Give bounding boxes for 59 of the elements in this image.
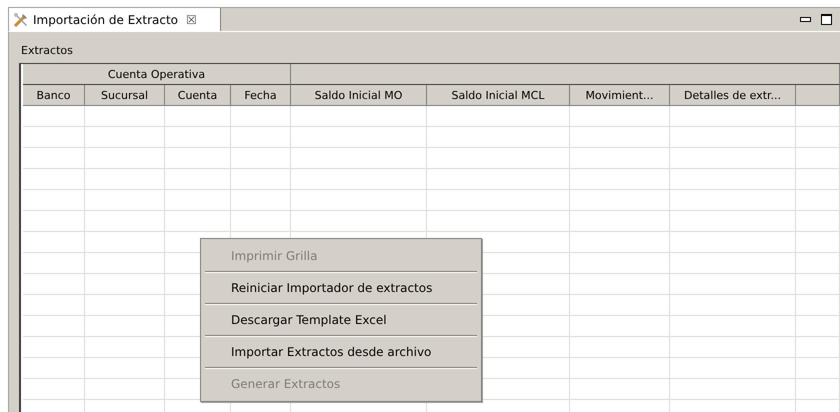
table-cell bbox=[23, 316, 85, 337]
table-cell bbox=[23, 148, 85, 169]
table-cell bbox=[165, 190, 231, 211]
table-cell bbox=[796, 253, 840, 274]
column-header[interactable]: Saldo Inicial MO bbox=[291, 85, 427, 106]
table-cell bbox=[23, 169, 85, 190]
menu-item[interactable]: Descargar Template Excel bbox=[201, 305, 481, 335]
minimize-icon[interactable] bbox=[800, 17, 811, 22]
table-cell bbox=[796, 127, 840, 148]
table-cell bbox=[796, 379, 840, 400]
table-cell bbox=[23, 337, 85, 358]
table-cell bbox=[796, 316, 840, 337]
table-cell bbox=[231, 106, 291, 127]
table-cell bbox=[23, 232, 85, 253]
table-cell bbox=[23, 274, 85, 295]
table-cell bbox=[796, 169, 840, 190]
column-header[interactable]: Banco bbox=[23, 85, 85, 106]
table-cell bbox=[796, 211, 840, 232]
table-cell bbox=[231, 127, 291, 148]
tools-icon bbox=[13, 12, 29, 28]
table-cell bbox=[23, 127, 85, 148]
column-header[interactable]: Fecha bbox=[231, 85, 291, 106]
table-cell bbox=[796, 358, 840, 379]
table-cell bbox=[796, 274, 840, 295]
table-cell bbox=[796, 295, 840, 316]
tab-title: Importación de Extracto bbox=[33, 12, 178, 26]
table-cell bbox=[796, 190, 840, 211]
table-cell bbox=[231, 148, 291, 169]
editor-tab[interactable]: Importación de Extracto ☒ bbox=[9, 8, 221, 31]
column-header[interactable]: Cuenta bbox=[165, 85, 231, 106]
table-cell bbox=[23, 211, 85, 232]
column-header[interactable]: Sucursal bbox=[85, 85, 165, 106]
column-header[interactable]: Saldo Inicial MCL bbox=[427, 85, 570, 106]
table-cell bbox=[796, 106, 840, 127]
table-cell bbox=[23, 253, 85, 274]
table-cell bbox=[165, 127, 231, 148]
table-cell bbox=[231, 190, 291, 211]
table-cell bbox=[165, 106, 231, 127]
column-header-blank bbox=[796, 85, 840, 106]
column-header[interactable]: Movimient... bbox=[570, 85, 670, 106]
column-header[interactable]: Detalles de extr... bbox=[670, 85, 796, 106]
close-button[interactable]: ☒ bbox=[186, 12, 197, 26]
table-cell bbox=[231, 169, 291, 190]
column-group-header: Cuenta Operativa bbox=[23, 64, 291, 85]
table-cell bbox=[23, 190, 85, 211]
menu-item[interactable]: Importar Extractos desde archivo bbox=[201, 337, 481, 367]
table-cell bbox=[796, 337, 840, 358]
table-cell bbox=[23, 106, 85, 127]
table-cell bbox=[165, 148, 231, 169]
table-cell bbox=[23, 295, 85, 316]
table-cell bbox=[165, 169, 231, 190]
table-cell bbox=[165, 211, 231, 232]
table-cell bbox=[796, 148, 840, 169]
table-cell bbox=[23, 358, 85, 379]
section-label: Extractos bbox=[20, 43, 74, 59]
menu-item[interactable]: Reiniciar Importador de extractos bbox=[201, 273, 481, 303]
table-cell bbox=[796, 232, 840, 253]
table-cell bbox=[23, 379, 85, 400]
maximize-icon[interactable] bbox=[821, 14, 832, 25]
